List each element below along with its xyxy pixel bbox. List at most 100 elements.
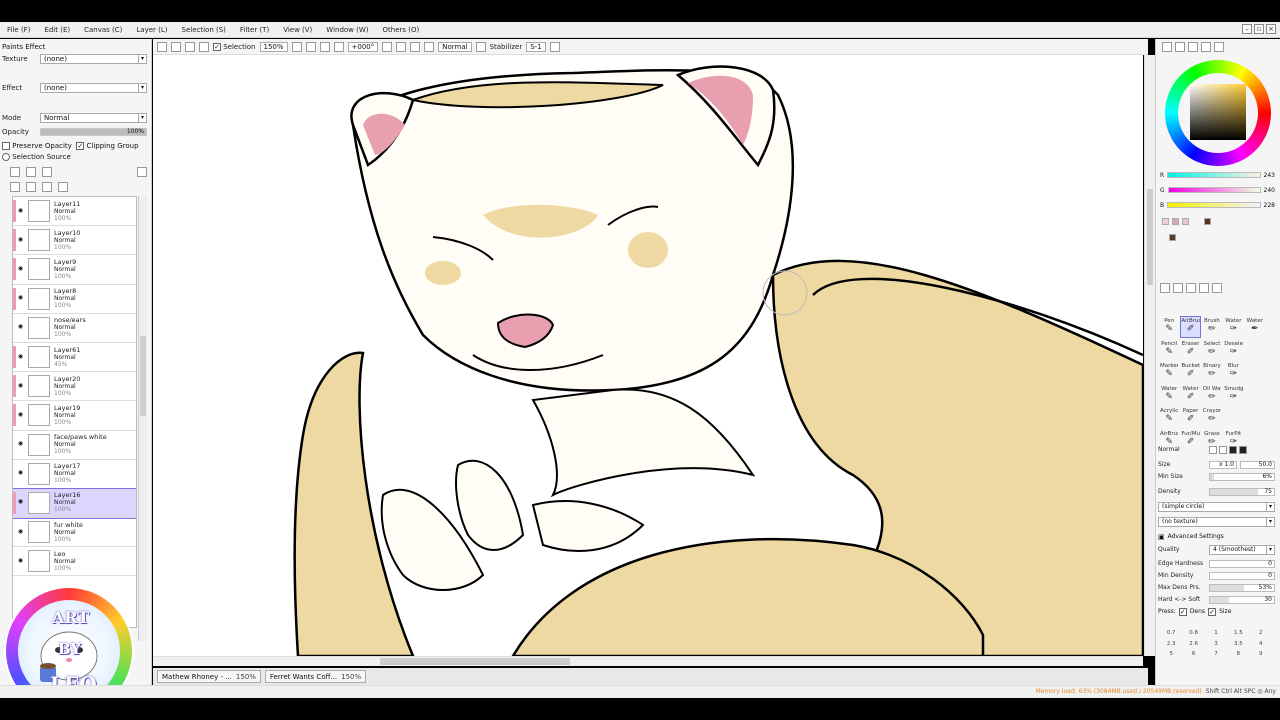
- layer-scrollbar[interactable]: [138, 196, 147, 641]
- collapse-icon[interactable]: ▣: [1158, 533, 1165, 541]
- tool-slot[interactable]: Acrylic ✎: [1159, 406, 1179, 428]
- brush-size-value[interactable]: 50.0: [1240, 460, 1275, 469]
- tool-slot[interactable]: [1245, 406, 1265, 428]
- menu-filter[interactable]: Filter (T): [233, 26, 276, 34]
- square-tip-icon[interactable]: [1239, 445, 1247, 454]
- eye-icon[interactable]: ◉: [16, 323, 25, 332]
- blue-slider[interactable]: [1167, 202, 1261, 208]
- size-preset[interactable]: 4: [1250, 641, 1272, 652]
- layer-row[interactable]: ◉ Layer11 Normal 100%: [13, 197, 136, 227]
- drawing-canvas[interactable]: [153, 55, 1143, 656]
- layer-row[interactable]: ◉ Layer16 Normal 100%: [13, 487, 136, 520]
- menu-edit[interactable]: Edit (E): [37, 26, 77, 34]
- eye-icon[interactable]: ◉: [16, 528, 25, 537]
- color-wheel-tab-icon[interactable]: [1162, 42, 1172, 52]
- zoom-fit-icon[interactable]: [333, 41, 344, 52]
- swatch-4[interactable]: [1204, 218, 1211, 225]
- delete-layer-icon[interactable]: [58, 182, 68, 192]
- size-preset[interactable]: 3: [1205, 641, 1227, 652]
- canvas-horizontal-scrollbar[interactable]: [153, 656, 1143, 666]
- min-density-slider[interactable]: 0: [1209, 571, 1275, 580]
- layer-row[interactable]: ◉ nose/ears Normal 100%: [13, 314, 136, 343]
- layer-row[interactable]: ◉ Layer61 Normal 45%: [13, 343, 136, 373]
- layer-row[interactable]: ◉ Layer10 Normal 100%: [13, 226, 136, 256]
- tool-slot[interactable]: Binary ✏: [1202, 361, 1222, 383]
- round-tip-icon[interactable]: [1209, 445, 1217, 454]
- swatches-tab-icon[interactable]: [1201, 42, 1211, 52]
- effect-select[interactable]: (none) ▾: [40, 83, 147, 93]
- eye-icon[interactable]: ◉: [16, 353, 25, 362]
- density-slider[interactable]: 75: [1209, 487, 1275, 496]
- rgb-slider-tab-icon[interactable]: [1175, 42, 1185, 52]
- clear-layer-icon[interactable]: [42, 182, 52, 192]
- tool-slot[interactable]: [1245, 361, 1265, 383]
- canvas-hscroll-thumb[interactable]: [380, 658, 570, 665]
- menu-window[interactable]: Window (W): [319, 26, 375, 34]
- eye-icon[interactable]: ◉: [16, 236, 25, 245]
- flip-horizontal-icon[interactable]: [424, 41, 435, 52]
- tool-slot[interactable]: Oil Water✏: [1202, 384, 1222, 406]
- new-linework-layer-icon[interactable]: [26, 167, 36, 177]
- rotation-select[interactable]: +000°: [347, 41, 379, 52]
- layer-row[interactable]: ◉ face/paws white Normal 100%: [13, 431, 136, 460]
- hand-icon[interactable]: [1199, 283, 1209, 293]
- eye-icon[interactable]: ◉: [16, 498, 25, 507]
- blend-mode-select[interactable]: Normal ▾: [40, 113, 147, 123]
- move-icon[interactable]: [1160, 283, 1170, 293]
- deselect-icon[interactable]: [171, 41, 181, 52]
- zoom-select[interactable]: 150%: [259, 41, 288, 52]
- tool-slot[interactable]: Select ✏: [1202, 339, 1222, 361]
- size-preset[interactable]: 1: [1205, 630, 1227, 641]
- soft-tip-icon[interactable]: [1219, 445, 1227, 454]
- zoom-out-icon[interactable]: [291, 41, 302, 52]
- hard-soft-slider[interactable]: 30: [1209, 595, 1275, 604]
- layer-row[interactable]: ◉ Layer17 Normal 100%: [13, 460, 136, 489]
- layer-scroll-thumb[interactable]: [140, 336, 146, 416]
- tool-slot[interactable]: Marker ✎: [1159, 361, 1179, 383]
- tool-slot[interactable]: Paper ✐: [1180, 406, 1200, 428]
- eye-icon[interactable]: ◉: [16, 557, 25, 566]
- swatch-1[interactable]: [1162, 218, 1169, 225]
- zoom-in-icon[interactable]: [305, 41, 316, 52]
- minimize-button[interactable]: –: [1242, 24, 1252, 34]
- red-slider[interactable]: [1167, 172, 1261, 178]
- layer-row[interactable]: ◉ Layer20 Normal 100%: [13, 372, 136, 402]
- menu-file[interactable]: File (F): [0, 26, 37, 34]
- tab-document-2[interactable]: Ferret Wants Coff... 150%: [264, 670, 367, 683]
- rotate-icon[interactable]: [1186, 283, 1196, 293]
- swatch-2[interactable]: [1172, 218, 1179, 225]
- eye-icon[interactable]: ◉: [16, 411, 25, 420]
- layer-row[interactable]: ◉ Layer19 Normal 100%: [13, 401, 136, 431]
- tool-slot[interactable]: Blur ✑: [1223, 361, 1243, 383]
- eye-icon[interactable]: ◉: [16, 440, 25, 449]
- zoom-icon[interactable]: [1173, 283, 1183, 293]
- eyedropper-icon[interactable]: [1212, 283, 1222, 293]
- select-all-icon[interactable]: [157, 41, 167, 52]
- layer-row[interactable]: ◉ Layer9 Normal 100%: [13, 255, 136, 285]
- transfer-down-icon[interactable]: [10, 182, 20, 192]
- eye-icon[interactable]: ◉: [16, 207, 25, 216]
- press-size-checkbox[interactable]: ✓: [1208, 607, 1217, 616]
- swatch-3[interactable]: [1182, 218, 1189, 225]
- quality-select[interactable]: 4 (Smoothest) ▾: [1209, 544, 1275, 555]
- clipping-group-checkbox[interactable]: ✓: [76, 142, 85, 150]
- size-preset[interactable]: 3.5: [1227, 641, 1249, 652]
- rotate-left-icon[interactable]: [382, 41, 393, 52]
- size-preset[interactable]: 0.7: [1160, 630, 1182, 641]
- tool-slot[interactable]: Deselect✑: [1223, 339, 1243, 361]
- hsv-slider-tab-icon[interactable]: [1188, 42, 1198, 52]
- tool-slot[interactable]: Pen ✎: [1159, 316, 1179, 338]
- advanced-settings-label[interactable]: Advanced Settings: [1168, 533, 1224, 540]
- tool-slot[interactable]: Water ✑: [1223, 316, 1243, 338]
- layer-row[interactable]: ◉ Leo Normal 100%: [13, 547, 136, 577]
- tool-slot[interactable]: Pencil ✎: [1159, 339, 1179, 361]
- tool-slot[interactable]: Brush ✏: [1202, 316, 1222, 338]
- size-preset[interactable]: 5: [1160, 651, 1182, 662]
- size-preset[interactable]: 8: [1227, 651, 1249, 662]
- hard-tip-icon[interactable]: [1229, 445, 1237, 454]
- canvas-vscroll-thumb[interactable]: [1147, 189, 1153, 285]
- view-mode-select[interactable]: Normal: [438, 41, 472, 52]
- canvas-vertical-scrollbar[interactable]: [1144, 55, 1155, 656]
- min-size-slider[interactable]: 6%: [1209, 472, 1275, 481]
- rotate-reset-icon[interactable]: [410, 41, 421, 52]
